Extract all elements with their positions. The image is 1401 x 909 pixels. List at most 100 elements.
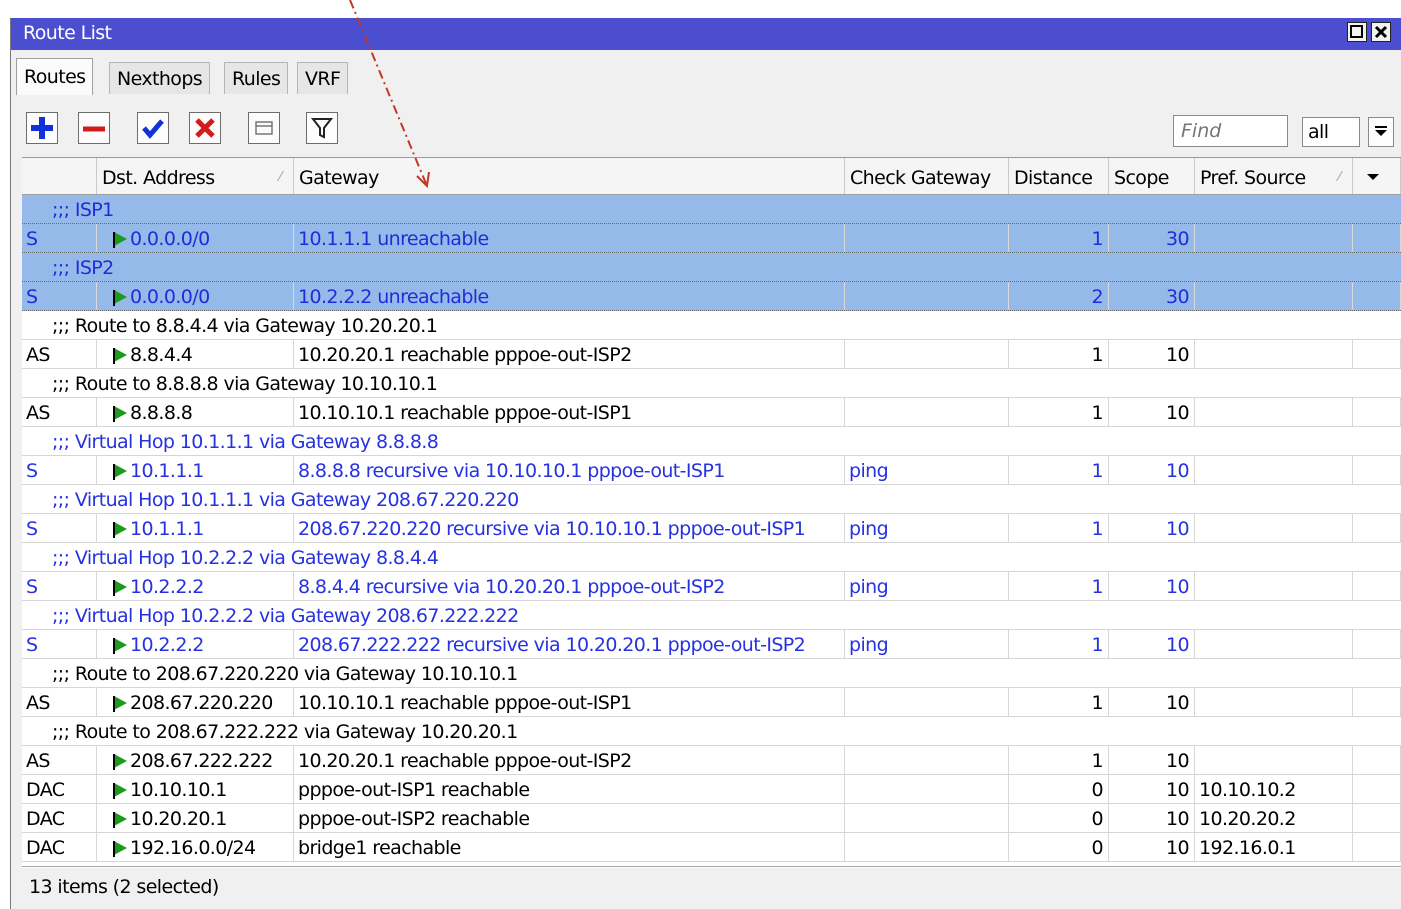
cell-empty	[1353, 746, 1401, 774]
cell-dst: 10.2.2.2	[97, 630, 294, 658]
flag-icon	[113, 783, 127, 799]
cell-flags: S	[22, 224, 97, 252]
table-row[interactable]: S 10.1.1.1 8.8.8.8 recursive via 10.10.10.…	[22, 456, 1401, 485]
table-row[interactable]: AS 8.8.8.8 10.10.10.1 reachable pppoe-out-…	[22, 398, 1401, 427]
enable-button[interactable]	[137, 112, 169, 144]
table-row[interactable]: DAC 10.10.10.1 pppoe-out-ISP1 reachable 0 10…	[22, 775, 1401, 804]
cell-text: 10.2.2.2 unreachable	[298, 286, 489, 308]
table-body: ;;; ISP1 S 0.0.0.0/0 10.1.1.1 unreachable 1 3…	[22, 195, 1401, 862]
comment-row[interactable]: ;;; Route to 8.8.4.4 via Gateway 10.20.2…	[22, 311, 1401, 340]
cell-text: 10.20.20.1	[130, 808, 227, 830]
cell-text: AS	[26, 692, 50, 714]
comment-row[interactable]: ;;; Virtual Hop 10.1.1.1 via Gateway 208…	[22, 485, 1401, 514]
cell-text: 30	[1166, 286, 1190, 308]
remove-button[interactable]	[78, 112, 110, 144]
cell-text: 0	[1091, 779, 1104, 801]
col-flags[interactable]	[22, 158, 97, 194]
table-row[interactable]: AS 8.8.4.4 10.20.20.1 reachable pppoe-out-…	[22, 340, 1401, 369]
cell-check	[845, 833, 1009, 861]
cell-text: DAC	[26, 779, 65, 801]
table-row[interactable]: S 0.0.0.0/0 10.1.1.1 unreachable 1 30	[22, 224, 1401, 253]
comment-row[interactable]: ;;; Route to 208.67.222.222 via Gateway …	[22, 717, 1401, 746]
cell-text: 10	[1166, 518, 1190, 540]
cell-gateway: 10.10.10.1 reachable pppoe-out-ISP1	[294, 398, 845, 426]
sort-indicator: ⁄	[279, 170, 281, 185]
cell-dst: 208.67.220.220	[97, 688, 294, 716]
filter-button[interactable]	[306, 112, 338, 144]
col-check-gateway[interactable]: Check Gateway	[845, 158, 1009, 194]
title-bar[interactable]: Route List	[11, 18, 1401, 50]
cell-distance: 1	[1009, 630, 1109, 658]
cell-scope: 10	[1109, 833, 1195, 861]
cell-pref	[1195, 688, 1353, 716]
table-row[interactable]: S 10.2.2.2 8.8.4.4 recursive via 10.20.20.…	[22, 572, 1401, 601]
table-row[interactable]: AS 208.67.222.222 10.20.20.1 reachable ppp…	[22, 746, 1401, 775]
comment-button[interactable]	[248, 112, 280, 144]
column-menu-button[interactable]	[1353, 158, 1401, 194]
table-row[interactable]: DAC 10.20.20.1 pppoe-out-ISP2 reachable 0 10…	[22, 804, 1401, 833]
comment-row[interactable]: ;;; ISP1	[22, 195, 1401, 224]
filter-dropdown-button[interactable]	[1368, 117, 1394, 147]
table-row[interactable]: S 0.0.0.0/0 10.2.2.2 unreachable 2 30	[22, 282, 1401, 311]
cell-pref: 10.10.10.2	[1195, 775, 1353, 803]
cell-text: 8.8.8.8	[130, 402, 193, 424]
table-row[interactable]: S 10.1.1.1 208.67.220.220 recursive via 10…	[22, 514, 1401, 543]
flag-icon	[113, 580, 127, 596]
col-scope[interactable]: Scope	[1109, 158, 1195, 194]
cell-scope: 10	[1109, 688, 1195, 716]
comment-row[interactable]: ;;; Virtual Hop 10.2.2.2 via Gateway 8.8…	[22, 543, 1401, 572]
cell-pref	[1195, 282, 1353, 310]
disable-button[interactable]	[189, 112, 221, 144]
table-row[interactable]: DAC 192.16.0.0/24 bridge1 reachable 0 10 192.…	[22, 833, 1401, 862]
cell-text: 1	[1091, 402, 1104, 424]
cell-flags: S	[22, 282, 97, 310]
status-bar: 13 items (2 selected)	[22, 866, 1401, 904]
col-distance[interactable]: Distance	[1009, 158, 1109, 194]
comment-row[interactable]: ;;; Virtual Hop 10.1.1.1 via Gateway 8.8…	[22, 427, 1401, 456]
comment-row[interactable]: ;;; Route to 208.67.220.220 via Gateway …	[22, 659, 1401, 688]
route-comment: ;;; Virtual Hop 10.2.2.2 via Gateway 8.8…	[52, 547, 439, 569]
table-row[interactable]: AS 208.67.220.220 10.10.10.1 reachable ppp…	[22, 688, 1401, 717]
cell-text: 1	[1091, 344, 1104, 366]
cell-text: 10	[1166, 750, 1190, 772]
cell-flags: S	[22, 514, 97, 542]
cell-text: 2	[1091, 286, 1104, 308]
col-dst-address[interactable]: Dst. Address ⁄	[97, 158, 294, 194]
close-icon[interactable]	[1371, 22, 1391, 42]
table-row[interactable]: S 10.2.2.2 208.67.222.222 recursive via 10…	[22, 630, 1401, 659]
cell-pref	[1195, 224, 1353, 252]
route-comment: ;;; Route to 208.67.222.222 via Gateway …	[52, 721, 518, 743]
cell-distance: 2	[1009, 282, 1109, 310]
cell-pref: 192.16.0.1	[1195, 833, 1353, 861]
cell-gateway: 208.67.222.222 recursive via 10.20.20.1 …	[294, 630, 845, 658]
maximize-icon[interactable]	[1347, 22, 1367, 42]
cell-text: 8.8.4.4 recursive via 10.20.20.1 pppoe-o…	[298, 576, 725, 598]
cell-pref	[1195, 398, 1353, 426]
cell-text: S	[26, 518, 38, 540]
cell-empty	[1353, 340, 1401, 368]
cell-text: 10.1.1.1 unreachable	[298, 228, 489, 250]
flag-icon	[113, 841, 127, 857]
find-input[interactable]	[1173, 115, 1288, 147]
col-gateway[interactable]: Gateway	[294, 158, 845, 194]
cell-dst: 10.10.10.1	[97, 775, 294, 803]
comment-row[interactable]: ;;; ISP2	[22, 253, 1401, 282]
tab-vrf[interactable]: VRF	[297, 62, 349, 94]
tab-rules[interactable]: Rules	[224, 62, 289, 94]
cell-gateway: 10.10.10.1 reachable pppoe-out-ISP1	[294, 688, 845, 716]
cell-flags: DAC	[22, 833, 97, 861]
tab-routes[interactable]: Routes	[16, 58, 94, 95]
cell-pref	[1195, 514, 1353, 542]
add-button[interactable]	[26, 112, 58, 144]
col-pref-source[interactable]: Pref. Source ⁄	[1195, 158, 1353, 194]
tab-nexthops[interactable]: Nexthops	[109, 62, 211, 94]
cell-scope: 10	[1109, 775, 1195, 803]
cell-pref	[1195, 456, 1353, 484]
cell-text: 1	[1091, 692, 1104, 714]
filter-select[interactable]: all	[1302, 117, 1360, 147]
cell-text: 10.1.1.1	[130, 460, 204, 482]
comment-row[interactable]: ;;; Virtual Hop 10.2.2.2 via Gateway 208…	[22, 601, 1401, 630]
comment-row[interactable]: ;;; Route to 8.8.8.8 via Gateway 10.10.1…	[22, 369, 1401, 398]
cell-text: 0	[1091, 837, 1104, 859]
cell-text: 0.0.0.0/0	[130, 286, 210, 308]
